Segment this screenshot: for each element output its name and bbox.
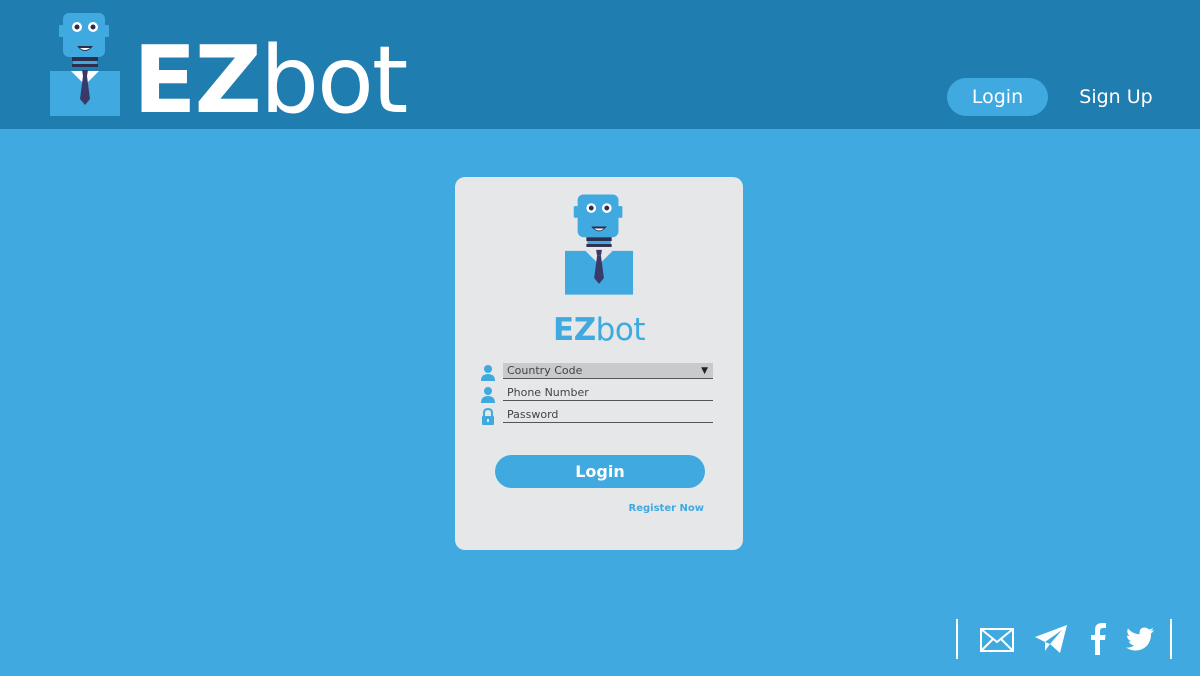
- country-code-value: Country Code: [507, 364, 583, 377]
- twitter-icon[interactable]: [1126, 627, 1154, 651]
- password-input[interactable]: Password: [503, 407, 713, 423]
- brand-wordmark: EZbot: [133, 34, 408, 127]
- user-icon: [481, 365, 495, 381]
- login-button[interactable]: Login: [495, 455, 705, 488]
- country-code-row: Country Code ▼: [480, 363, 715, 383]
- nav-login-button[interactable]: Login: [947, 78, 1048, 116]
- user-icon: [481, 387, 495, 403]
- robot-mascot-icon: [565, 194, 634, 295]
- card-brand-light: bot: [595, 312, 646, 348]
- register-now-link[interactable]: Register Now: [629, 503, 704, 514]
- brand-logo[interactable]: EZbot: [50, 13, 410, 127]
- card-brand-bold: EZ: [553, 312, 596, 348]
- phone-number-input[interactable]: Phone Number: [503, 385, 713, 401]
- social-divider-left: [956, 619, 958, 659]
- dropdown-caret-icon: ▼: [701, 366, 708, 376]
- card-brand-wordmark: EZbot: [455, 310, 743, 350]
- login-card: EZbot Country Code ▼ Phone Number Passwo…: [455, 177, 743, 550]
- mail-icon[interactable]: [980, 628, 1014, 652]
- telegram-icon[interactable]: [1034, 624, 1068, 654]
- phone-number-row: Phone Number: [480, 385, 715, 405]
- brand-wordmark-light: bot: [259, 26, 408, 134]
- social-links: [956, 619, 1174, 659]
- top-header: EZbot Login Sign Up: [0, 0, 1200, 129]
- brand-wordmark-bold: EZ: [133, 26, 262, 134]
- password-row: Password: [480, 407, 715, 427]
- facebook-icon[interactable]: [1090, 623, 1106, 655]
- lock-icon: [482, 408, 494, 425]
- social-divider-right: [1170, 619, 1172, 659]
- nav-signup-button[interactable]: Sign Up: [1075, 78, 1157, 116]
- robot-logo-icon: [50, 13, 120, 116]
- country-code-select[interactable]: Country Code ▼: [503, 363, 713, 379]
